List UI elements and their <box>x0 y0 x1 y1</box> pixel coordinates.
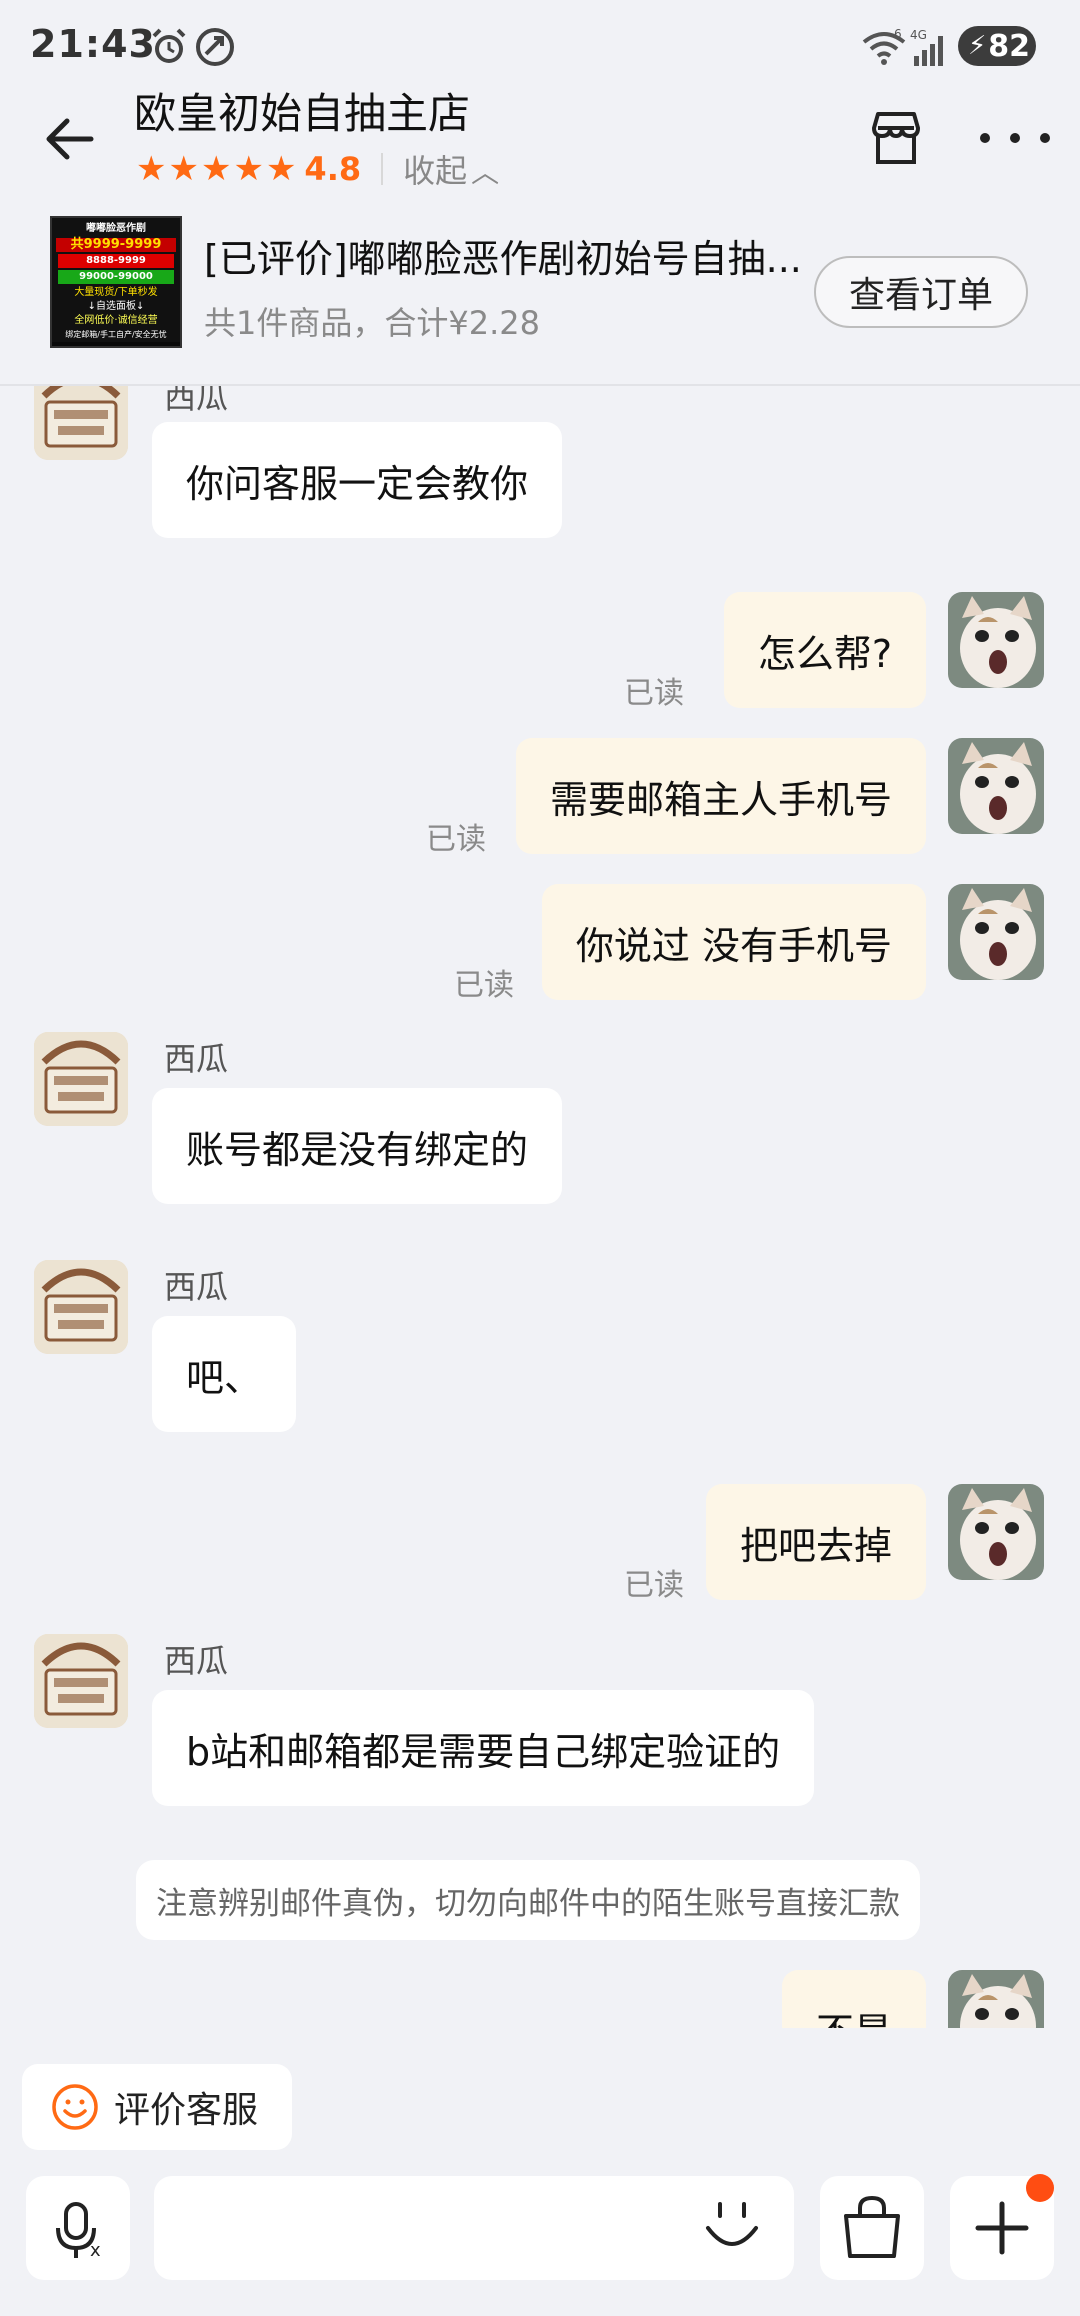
product-thumbnail[interactable]: 嘟嘟脸恶作剧 共9999-9999 8888-9999 99000-99000 … <box>50 216 182 348</box>
product-title[interactable]: [已评价]嘟嘟脸恶作剧初始号自抽... <box>204 228 804 283</box>
more-options-button[interactable] <box>980 110 1050 166</box>
sign-avatar-graphic <box>34 1634 128 1728</box>
sign-avatar-graphic <box>34 386 128 460</box>
my-avatar[interactable] <box>948 738 1044 834</box>
charging-icon: ⚡ <box>968 31 987 61</box>
store-icon[interactable] <box>864 106 928 170</box>
seller-avatar[interactable] <box>34 1032 128 1126</box>
seller-avatar[interactable] <box>34 1634 128 1728</box>
collapse-label: 收起 <box>403 152 468 190</box>
collapse-toggle[interactable]: 收起 ︿ <box>403 146 499 192</box>
message-bubble[interactable]: b站和邮箱都是需要自己绑定验证的 <box>152 1690 815 1806</box>
shopping-bag-icon <box>844 2195 900 2258</box>
message-bubble[interactable]: 不是 <box>781 1970 926 2028</box>
my-avatar[interactable] <box>948 1970 1044 2028</box>
status-time: 21:43 <box>30 22 156 66</box>
wifi-icon: 6 <box>862 28 906 65</box>
chat-message-list[interactable]: 西瓜 你问客服一定会教你 已读 怎么帮? 已读 需要邮箱主人手机号 已读 你说过… <box>0 386 1080 2028</box>
message-bubble[interactable]: 吧、 <box>152 1316 297 1432</box>
divider <box>381 153 384 185</box>
read-status: 已读 <box>454 968 514 1003</box>
star-icon: ★ <box>233 149 264 189</box>
sign-avatar-graphic <box>34 1032 128 1126</box>
read-status: 已读 <box>426 822 486 857</box>
notification-badge <box>1026 2174 1054 2202</box>
my-avatar[interactable] <box>948 592 1044 688</box>
status-bar: 21:43 6 4G ⚡ 82 <box>0 0 1080 90</box>
microphone-icon: x <box>56 2202 101 2261</box>
thumb-text: 嘟嘟脸恶作剧 <box>86 223 146 234</box>
rating-value: 4.8 <box>304 150 362 188</box>
sender-name: 西瓜 <box>164 386 229 416</box>
cat-avatar-graphic <box>948 592 1044 688</box>
view-order-button[interactable]: 查看订单 <box>814 256 1028 328</box>
alarm-icon <box>152 28 186 63</box>
product-share-button[interactable] <box>820 2176 924 2280</box>
sender-name: 西瓜 <box>164 1642 229 1680</box>
sign-avatar-graphic <box>34 1260 128 1354</box>
message-bubble[interactable]: 你问客服一定会教你 <box>152 422 563 538</box>
thumb-text: 绑定邮箱/手工自产/安全无忧 <box>65 330 167 339</box>
rate-service-button[interactable]: 评价客服 <box>22 2064 292 2150</box>
emoji-icon[interactable] <box>702 2198 762 2258</box>
cellular-signal-icon: 4G <box>910 28 943 66</box>
back-button[interactable] <box>34 104 104 174</box>
shop-name[interactable]: 欧皇初始自抽主店 <box>134 80 470 141</box>
read-status: 已读 <box>624 676 684 711</box>
thumb-text: 大量现货/下单秒发 <box>74 287 158 298</box>
svg-text:4G: 4G <box>910 28 927 42</box>
seller-avatar[interactable] <box>34 1260 128 1354</box>
read-status: 已读 <box>624 1568 684 1603</box>
cat-avatar-graphic <box>948 1484 1044 1580</box>
battery-level: 82 <box>988 28 1031 64</box>
arrow-left-icon <box>46 118 94 160</box>
dot <box>1010 133 1020 143</box>
message-bubble[interactable]: 需要邮箱主人手机号 <box>515 738 926 854</box>
smiley-icon <box>52 2084 98 2130</box>
voice-input-button[interactable]: x <box>26 2176 130 2280</box>
dot <box>1040 133 1050 143</box>
sender-name: 西瓜 <box>164 1268 229 1306</box>
rate-service-label: 评价客服 <box>114 2090 259 2131</box>
system-notice: 注意辨别邮件真伪，切勿向邮件中的陌生账号直接汇款 <box>136 1860 920 1940</box>
star-icon: ★ <box>265 149 297 189</box>
thumb-text: 99000-99000 <box>58 270 174 284</box>
message-bubble[interactable]: 账号都是没有绑定的 <box>152 1088 563 1204</box>
message-input[interactable] <box>154 2176 794 2280</box>
my-avatar[interactable] <box>948 1484 1044 1580</box>
star-icon: ★ <box>200 149 232 189</box>
my-avatar[interactable] <box>948 884 1044 980</box>
thumb-text: ↓自选面板↓ <box>87 301 145 312</box>
cat-avatar-graphic <box>948 884 1044 980</box>
shop-rating-row: ★ ★ ★ ★ ★ 4.8 收起 ︿ <box>136 146 499 192</box>
battery-indicator: ⚡ 82 <box>958 26 1036 66</box>
svg-text:6: 6 <box>894 28 902 41</box>
cat-avatar-graphic <box>948 1970 1044 2028</box>
star-icon: ★ <box>136 149 167 189</box>
star-icon: ★ <box>168 149 199 189</box>
thumbnail-graphic: 嘟嘟脸恶作剧 共9999-9999 8888-9999 99000-99000 … <box>52 218 180 342</box>
chevron-up-icon: ︿ <box>471 156 500 189</box>
sender-name: 西瓜 <box>164 1040 229 1078</box>
dot <box>980 133 990 143</box>
order-summary: 共1件商品，合计¥2.28 <box>204 304 540 342</box>
message-bubble[interactable]: 你说过 没有手机号 <box>541 884 926 1000</box>
message-bubble[interactable]: 把吧去掉 <box>705 1484 926 1600</box>
thumb-text: 共9999-9999 <box>56 238 176 252</box>
cat-avatar-graphic <box>948 738 1044 834</box>
thumb-text: 全网低价·诚信经营 <box>74 315 158 326</box>
seller-avatar[interactable] <box>34 386 128 460</box>
message-bubble[interactable]: 怎么帮? <box>723 592 926 708</box>
thumb-text: 8888-9999 <box>58 254 174 268</box>
app-notification-icon <box>196 28 234 66</box>
svg-text:x: x <box>90 2240 101 2261</box>
